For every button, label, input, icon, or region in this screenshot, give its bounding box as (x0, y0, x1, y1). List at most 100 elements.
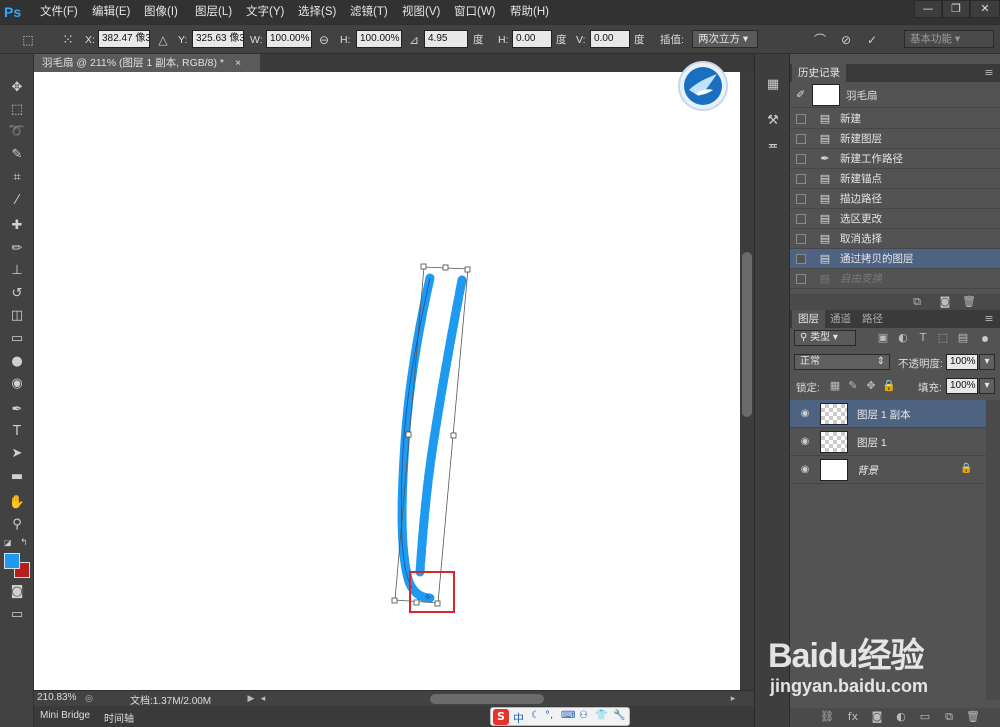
filter-smart-icon[interactable]: ▤ (956, 331, 970, 345)
angle-input[interactable]: 4.95 (424, 30, 468, 48)
keyboard-icon[interactable]: ⌨ (561, 710, 575, 721)
reference-point-icon[interactable]: ⁙ (60, 32, 76, 48)
history-item[interactable]: ▤ 取消选择 (790, 229, 1000, 249)
history-item-undone[interactable]: ▤ 自由变换 (790, 269, 1000, 289)
lasso-tool-icon[interactable]: ➰ (5, 122, 29, 142)
camera-icon[interactable]: ◙ (938, 295, 952, 309)
marquee-tool-icon[interactable]: ⬚ (5, 100, 29, 120)
history-item[interactable]: ✒ 新建工作路径 (790, 149, 1000, 169)
quick-select-tool-icon[interactable]: ✎ (5, 145, 29, 165)
delete-layer-icon[interactable]: 🗑 (966, 710, 980, 724)
fx-icon[interactable]: fx (846, 710, 860, 724)
scroll-left-icon[interactable]: ◂ (256, 692, 270, 706)
hskew-input[interactable]: 0.00 (512, 30, 552, 48)
zoom-level[interactable]: 210.83% (37, 692, 76, 703)
workspace-select[interactable]: 基本功能 ▾ (904, 30, 994, 48)
tab-mini-bridge[interactable]: Mini Bridge (40, 710, 90, 721)
new-group-icon[interactable]: ▭ (918, 710, 932, 724)
tab-paths[interactable]: 路径 (856, 310, 889, 328)
filter-pixel-icon[interactable]: ▣ (876, 331, 890, 345)
quick-mask-icon[interactable]: ◙ (5, 582, 29, 602)
layer-row[interactable]: ◉ 图层 1 (790, 428, 986, 456)
h-input[interactable]: 100.00% (356, 30, 402, 48)
minimize-button[interactable]: — (914, 0, 942, 18)
lock-pixels-icon[interactable]: ✎ (846, 379, 860, 393)
tab-channels[interactable]: 通道 (824, 310, 857, 328)
foreground-color-swatch[interactable] (4, 553, 20, 569)
y-input[interactable]: 325.63 像3 (192, 30, 244, 48)
stamp-tool-icon[interactable]: ⊥ (5, 261, 29, 281)
vskew-input[interactable]: 0.00 (590, 30, 630, 48)
menu-select[interactable]: 选择(S) (298, 4, 336, 20)
close-button[interactable]: ✕ (970, 0, 1000, 18)
history-item[interactable]: ▤ 新建锚点 (790, 169, 1000, 189)
lock-position-icon[interactable]: ✥ (864, 379, 878, 393)
warp-icon[interactable]: ⌒ (812, 32, 828, 48)
zoom-tool-icon[interactable]: ⚲ (5, 515, 29, 535)
new-layer-icon[interactable]: ⧉ (942, 710, 956, 724)
vertical-scroll-thumb[interactable] (742, 252, 752, 417)
healing-brush-tool-icon[interactable]: ✚ (5, 216, 29, 236)
close-tab-icon[interactable]: × (235, 57, 241, 69)
menu-image[interactable]: 图像(I) (144, 4, 178, 20)
shirt-icon[interactable]: 👕 (595, 710, 607, 721)
layer-filter-select[interactable]: ⚲ 类型 ▾ (794, 330, 856, 346)
brush-tool-icon[interactable]: ✏ (5, 239, 29, 259)
eyedropper-tool-icon[interactable]: ⁄ (5, 191, 29, 211)
fill-input[interactable]: 100% (946, 378, 978, 394)
hand-tool-icon[interactable]: ✋ (5, 493, 29, 513)
link-icon[interactable]: ⊖ (316, 32, 332, 48)
screen-mode-icon[interactable]: ▭ (5, 605, 29, 625)
adjustment-layer-icon[interactable]: ◐ (894, 710, 908, 724)
path-select-tool-icon[interactable]: ➤ (5, 444, 29, 464)
sogou-icon[interactable]: S (493, 709, 509, 725)
shape-tool-icon[interactable]: ▬ (5, 467, 29, 487)
menu-window[interactable]: 窗口(W) (454, 4, 496, 20)
history-item[interactable]: ▤ 新建 (790, 109, 1000, 129)
cancel-transform-icon[interactable]: ⊘ (838, 32, 854, 48)
punctuation-icon[interactable]: °, (545, 710, 553, 721)
opacity-input[interactable]: 100% (946, 354, 978, 370)
horizontal-scroll-thumb[interactable] (430, 694, 544, 704)
w-input[interactable]: 100.00% (266, 30, 312, 48)
filter-shape-icon[interactable]: ⬚ (936, 331, 950, 345)
status-menu-icon[interactable]: ◎ (82, 692, 96, 706)
tool-presets-icon[interactable]: ⚒ (763, 112, 783, 130)
history-panel-icon[interactable]: ▦ (763, 76, 783, 94)
move-tool-icon[interactable]: ✥ (5, 78, 29, 98)
filter-adjust-icon[interactable]: ◐ (896, 331, 910, 345)
history-item[interactable]: ▤ 选区更改 (790, 209, 1000, 229)
gradient-tool-icon[interactable]: ▭ (5, 329, 29, 349)
menu-file[interactable]: 文件(F) (40, 4, 78, 20)
ime-mode-label[interactable]: 中 (513, 710, 524, 726)
tab-timeline[interactable]: 时间轴 (104, 710, 134, 725)
history-item[interactable]: ▤ 新建图层 (790, 129, 1000, 149)
people-icon[interactable]: ⚇ (579, 710, 588, 721)
eraser-tool-icon[interactable]: ◫ (5, 306, 29, 326)
fill-dropdown[interactable]: ▾ (979, 378, 995, 394)
lock-transparent-icon[interactable]: ▦ (828, 379, 842, 393)
crop-tool-icon[interactable]: ⌗ (5, 168, 29, 188)
history-snapshot-row[interactable]: ✐ 羽毛扇 (790, 82, 1000, 108)
eye-icon[interactable]: ◉ (798, 464, 812, 476)
tab-history[interactable]: 历史记录 (792, 64, 846, 82)
add-mask-icon[interactable]: ◙ (870, 710, 884, 724)
layer-row[interactable]: ◉ 背景 🔒 (790, 456, 986, 484)
layers-scrollbar[interactable] (986, 400, 1000, 700)
restore-button[interactable]: ❐ (942, 0, 970, 18)
filter-toggle[interactable] (982, 336, 988, 342)
dodge-tool-icon[interactable]: ◉ (5, 374, 29, 394)
type-tool-icon[interactable]: T (5, 422, 29, 442)
eye-icon[interactable]: ◉ (798, 436, 812, 448)
menu-filter[interactable]: 滤镜(T) (350, 4, 388, 20)
history-item-selected[interactable]: ▤ 通过拷贝的图层 (790, 249, 1000, 269)
new-document-from-state-icon[interactable]: ⧉ (910, 295, 924, 309)
filter-type-icon[interactable]: T (916, 331, 930, 345)
document-tab[interactable]: 羽毛扇 @ 211% (图层 1 副本, RGB/8) * × (34, 54, 260, 72)
blend-mode-select[interactable]: 正常 ⇕ (794, 354, 890, 370)
scroll-right-icon[interactable]: ▸ (726, 692, 740, 706)
commit-transform-icon[interactable]: ✓ (864, 32, 880, 48)
history-brush-tool-icon[interactable]: ↺ (5, 284, 29, 304)
layer-row[interactable]: ◉ 图层 1 副本 (790, 400, 986, 428)
panel-menu-icon[interactable]: ≡ (982, 66, 996, 80)
